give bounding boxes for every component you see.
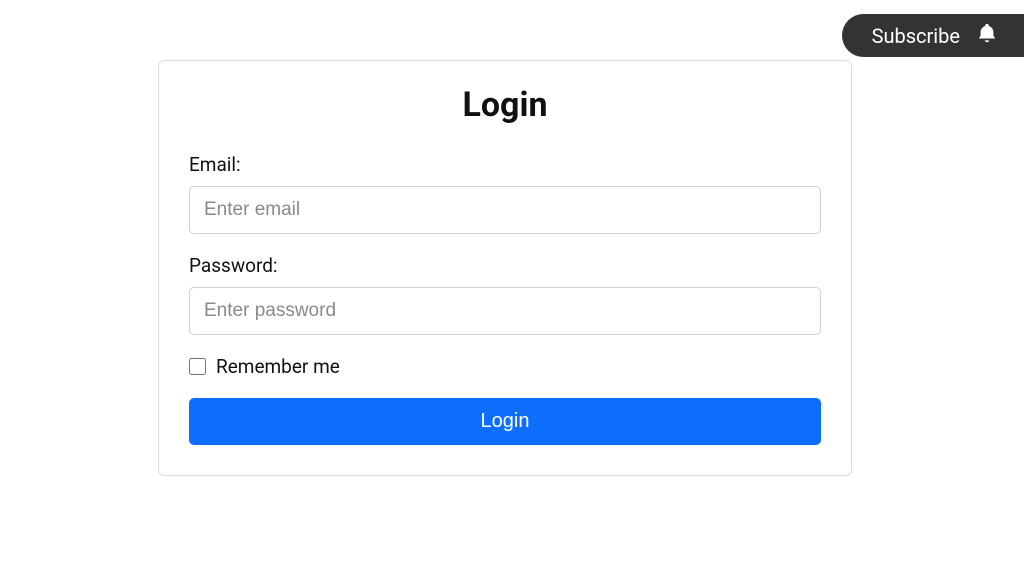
remember-label: Remember me xyxy=(216,355,340,378)
email-group: Email: xyxy=(189,153,821,234)
remember-row: Remember me xyxy=(189,355,821,378)
login-button[interactable]: Login xyxy=(189,398,821,445)
subscribe-button[interactable]: Subscribe xyxy=(842,14,1024,57)
login-card: Login Email: Password: Remember me Login xyxy=(158,60,852,476)
remember-checkbox[interactable] xyxy=(189,358,206,375)
email-label: Email: xyxy=(189,153,821,176)
subscribe-label: Subscribe xyxy=(872,24,960,48)
login-title: Login xyxy=(189,85,821,125)
email-field[interactable] xyxy=(189,186,821,234)
password-label: Password: xyxy=(189,254,821,277)
password-field[interactable] xyxy=(189,287,821,335)
password-group: Password: xyxy=(189,254,821,335)
bell-icon xyxy=(976,22,998,49)
